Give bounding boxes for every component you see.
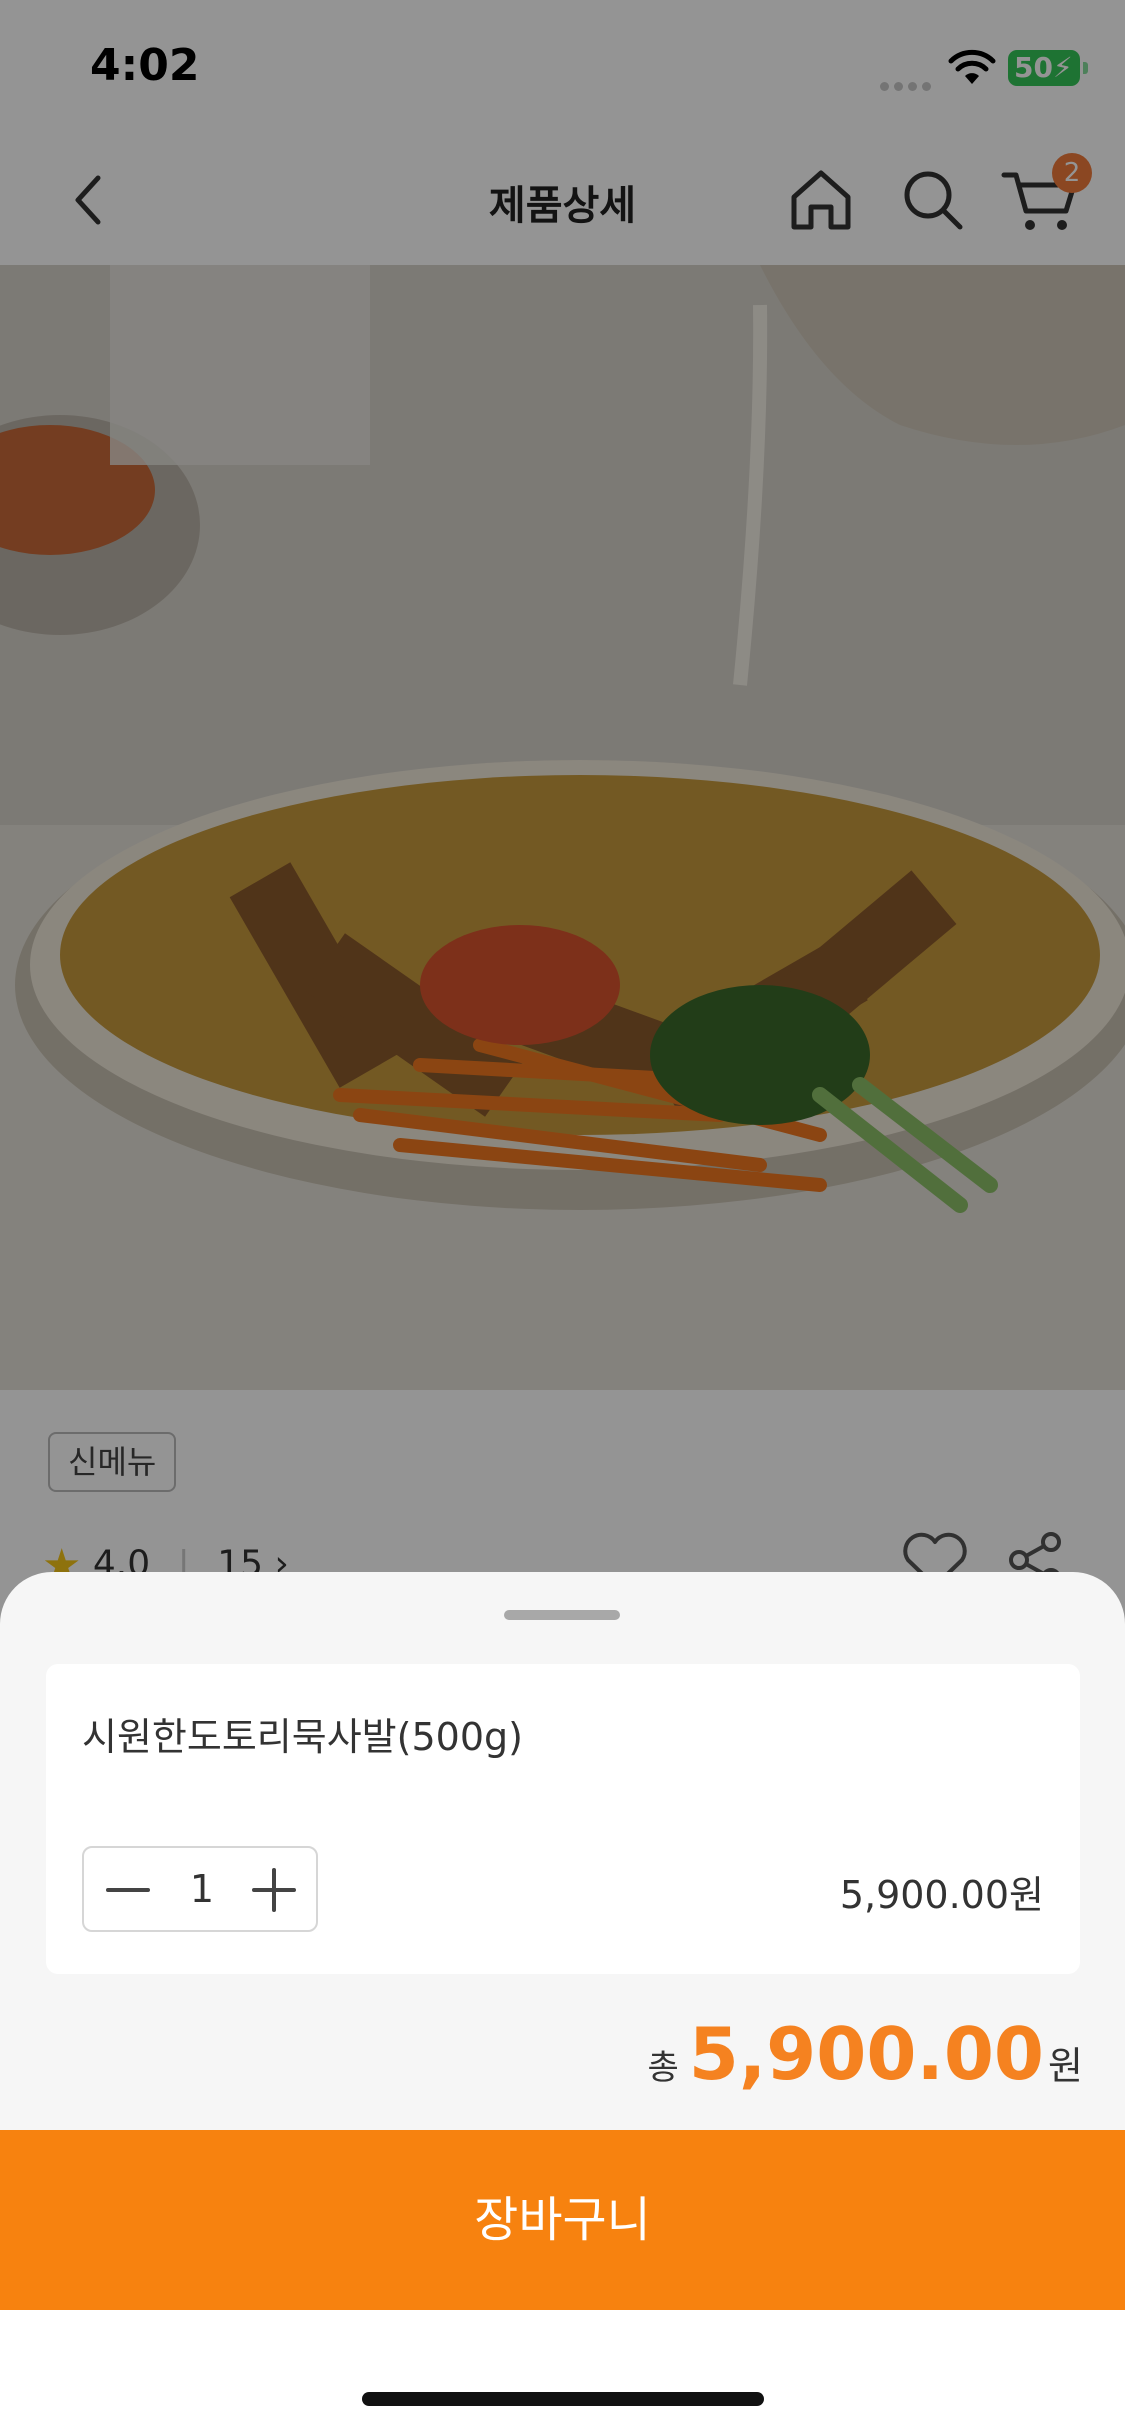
home-indicator[interactable] — [362, 2392, 764, 2406]
add-to-cart-button[interactable]: 장바구니 — [0, 2130, 1125, 2310]
option-price: 5,900.00원 — [839, 1873, 1044, 1917]
bottom-safe-area — [0, 2310, 1125, 2436]
purchase-bottom-sheet: 시원한도토리묵사발(500g) 1 5,900.00원 총 5,900.00 원 장… — [0, 1572, 1125, 2436]
total-currency: 원 — [1048, 2044, 1083, 2088]
quantity-stepper: 1 — [82, 1846, 318, 1932]
quantity-value[interactable]: 1 — [164, 1848, 240, 1930]
product-name: 시원한도토리묵사발(500g) — [82, 1715, 523, 1759]
minus-icon[interactable] — [98, 1860, 158, 1920]
sheet-drag-handle[interactable] — [504, 1610, 620, 1620]
plus-icon[interactable] — [244, 1860, 304, 1920]
total-label: 총 — [647, 2048, 679, 2088]
total-amount: 5,900.00 — [688, 2012, 1045, 2096]
total-price: 총 5,900.00 원 — [647, 2012, 1083, 2096]
selected-option-card: 시원한도토리묵사발(500g) 1 5,900.00원 — [46, 1664, 1080, 1974]
